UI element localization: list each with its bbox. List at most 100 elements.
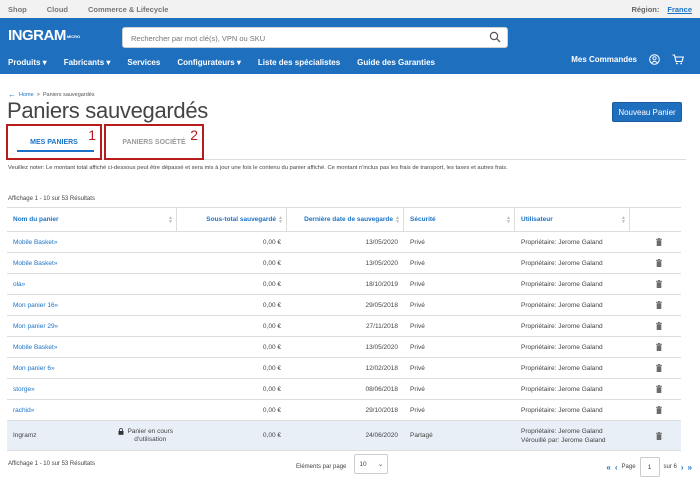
cart-user: Propriétaire: Jerome Galand — [521, 343, 603, 351]
cart-date: 29/10/2018 — [365, 406, 398, 414]
cart-date: 29/05/2018 — [365, 301, 398, 309]
delete-trash-icon[interactable] — [655, 406, 662, 414]
lock-icon — [118, 427, 124, 435]
tab-mes-paniers[interactable]: MES PANIERS 1 — [6, 124, 102, 160]
saved-carts-table: Nom du panier ▲ ▼ Sous-total sauvegardé ▲ ▼ … — [7, 207, 681, 451]
cart-name-link[interactable]: Mobile Basket» — [7, 253, 177, 273]
annotation-number-2: 2 — [190, 127, 198, 143]
user-icon[interactable] — [649, 54, 660, 65]
items-per-page: Eléments par page 10 ⌄ — [296, 454, 389, 474]
cart-subtotal: 0,00 € — [262, 280, 281, 288]
search-icon[interactable] — [489, 31, 501, 43]
cart-name-link[interactable]: rachid» — [7, 400, 177, 420]
cart-security: Privé — [410, 322, 425, 330]
utility-bar: Shop Cloud Commerce & Lifecycle Région: … — [0, 0, 700, 18]
nav-liste-specialistes[interactable]: Liste des spécialistes — [258, 58, 340, 67]
table-row: Mon panier 29» 0,00 € 27/11/2018 Privé Propr… — [7, 316, 681, 337]
page-number-input[interactable]: 1 — [639, 457, 660, 477]
tab-mes-paniers-label: MES PANIERS — [30, 138, 78, 146]
cart-subtotal: 0,00 € — [262, 259, 281, 267]
shop-link[interactable]: Shop — [8, 5, 27, 14]
tab-paniers-societe[interactable]: PANIERS SOCIÉTÉ 2 — [104, 124, 204, 160]
nav-configurateurs[interactable]: Configurateurs ▾ — [177, 58, 241, 67]
last-page-icon[interactable]: » — [688, 463, 692, 472]
delete-trash-icon[interactable] — [655, 431, 662, 440]
cart-name-link[interactable]: Mon panier 29» — [7, 316, 177, 336]
ingram-logo[interactable]: INGRAMMICRO — [8, 27, 80, 44]
cart-security: Privé — [410, 238, 425, 246]
nav-services[interactable]: Services — [127, 58, 160, 67]
cart-subtotal: 0,00 € — [262, 343, 281, 351]
pagination: « ‹ Page 1 sur 6 › » — [606, 457, 692, 477]
cart-subtotal: 0,00 € — [262, 322, 281, 330]
previous-page-icon[interactable]: ‹ — [615, 463, 618, 472]
cart-name: Ingramz — [13, 432, 37, 439]
page-title: Paniers sauvegardés — [7, 98, 208, 123]
next-page-icon[interactable]: › — [681, 463, 684, 472]
column-header-date[interactable]: Dernière date de sauvegarde ▲ ▼ — [287, 208, 404, 231]
main-nav: Produits ▾ Fabricants ▾ Services Configu… — [8, 58, 452, 67]
cart-user: Propriétaire: Jerome Galand — [521, 280, 603, 288]
delete-trash-icon[interactable] — [655, 385, 662, 393]
table-row: Mon panier 6» 0,00 € 12/02/2018 Privé Propri… — [7, 358, 681, 379]
cart-date: 12/02/2018 — [365, 364, 398, 372]
column-header-user[interactable]: Utilisateur ▲ ▼ — [515, 208, 630, 231]
column-header-security[interactable]: Sécurité ▲ ▼ — [404, 208, 515, 231]
cart-icon[interactable] — [672, 54, 684, 65]
cart-subtotal: 0,00 € — [262, 406, 281, 414]
region-country-link[interactable]: France — [667, 5, 692, 14]
cart-date: 13/05/2020 — [365, 259, 398, 267]
sort-icon: ▲ ▼ — [506, 215, 511, 225]
sort-icon: ▲ ▼ — [621, 215, 626, 225]
cart-user: Propriétaire: Jerome Galand Vérouillé par… — [521, 427, 606, 444]
cart-date: 24/06/2020 — [365, 432, 398, 439]
cart-name-link[interactable]: ola» — [7, 274, 177, 294]
chevron-down-icon: ⌄ — [377, 461, 384, 468]
cart-user: Propriétaire: Jerome Galand — [521, 364, 603, 372]
nav-produits[interactable]: Produits ▾ — [8, 58, 47, 67]
column-header-name[interactable]: Nom du panier ▲ ▼ — [7, 208, 177, 231]
cart-user: Propriétaire: Jerome Galand — [521, 238, 603, 246]
commerce-lifecycle-link[interactable]: Commerce & Lifecycle — [88, 5, 168, 14]
my-orders-link[interactable]: Mes Commandes — [571, 55, 637, 64]
delete-trash-icon[interactable] — [655, 322, 662, 330]
region-selector: Région: France — [631, 5, 692, 14]
delete-trash-icon[interactable] — [655, 364, 662, 372]
search-box — [122, 27, 508, 48]
breadcrumb-home[interactable]: Home — [19, 92, 34, 98]
table-row: Mobile Basket» 0,00 € 13/05/2020 Privé Propr… — [7, 253, 681, 274]
cart-date: 08/06/2018 — [365, 385, 398, 393]
delete-trash-icon[interactable] — [655, 280, 662, 288]
column-header-subtotal[interactable]: Sous-total sauvegardé ▲ ▼ — [177, 208, 287, 231]
cart-security: Privé — [410, 406, 425, 414]
delete-trash-icon[interactable] — [655, 238, 662, 246]
cart-name-link[interactable]: Mon panier 16» — [7, 295, 177, 315]
annotation-number-1: 1 — [88, 127, 96, 143]
table-row: Ingramz Panier en cours d'utilisation 0,0… — [7, 421, 681, 451]
delete-trash-icon[interactable] — [655, 259, 662, 267]
cart-name-link[interactable]: Mobile Basket» — [7, 232, 177, 252]
search-input[interactable] — [123, 29, 483, 48]
per-page-select[interactable]: 10 ⌄ — [354, 454, 389, 474]
delete-trash-icon[interactable] — [655, 301, 662, 309]
new-cart-button[interactable]: Nouveau Panier — [612, 102, 682, 122]
column-header-actions — [630, 208, 681, 231]
cart-name-link[interactable]: storge» — [7, 379, 177, 399]
table-row: rachid» 0,00 € 29/10/2018 Privé Propriétaire… — [7, 400, 681, 421]
cart-name-link[interactable]: Mobile Basket» — [7, 337, 177, 357]
cart-subtotal: 0,00 € — [262, 432, 281, 439]
first-page-icon[interactable]: « — [606, 463, 610, 472]
cart-user: Propriétaire: Jerome Galand — [521, 385, 603, 393]
notice-text: Veuillez noter: Le montant total affiché… — [8, 165, 508, 171]
cart-date: 18/10/2019 — [365, 280, 398, 288]
account-nav: Mes Commandes — [571, 54, 684, 65]
delete-trash-icon[interactable] — [655, 343, 662, 351]
nav-guide-garanties[interactable]: Guide des Garanties — [357, 58, 435, 67]
nav-fabricants[interactable]: Fabricants ▾ — [64, 58, 111, 67]
table-row: storge» 0,00 € 08/06/2018 Privé Propriétaire… — [7, 379, 681, 400]
cart-subtotal: 0,00 € — [262, 301, 281, 309]
cart-date: 27/11/2018 — [365, 322, 398, 330]
cloud-link[interactable]: Cloud — [47, 5, 68, 14]
cart-name-link[interactable]: Mon panier 6» — [7, 358, 177, 378]
cart-date: 13/05/2020 — [365, 238, 398, 246]
